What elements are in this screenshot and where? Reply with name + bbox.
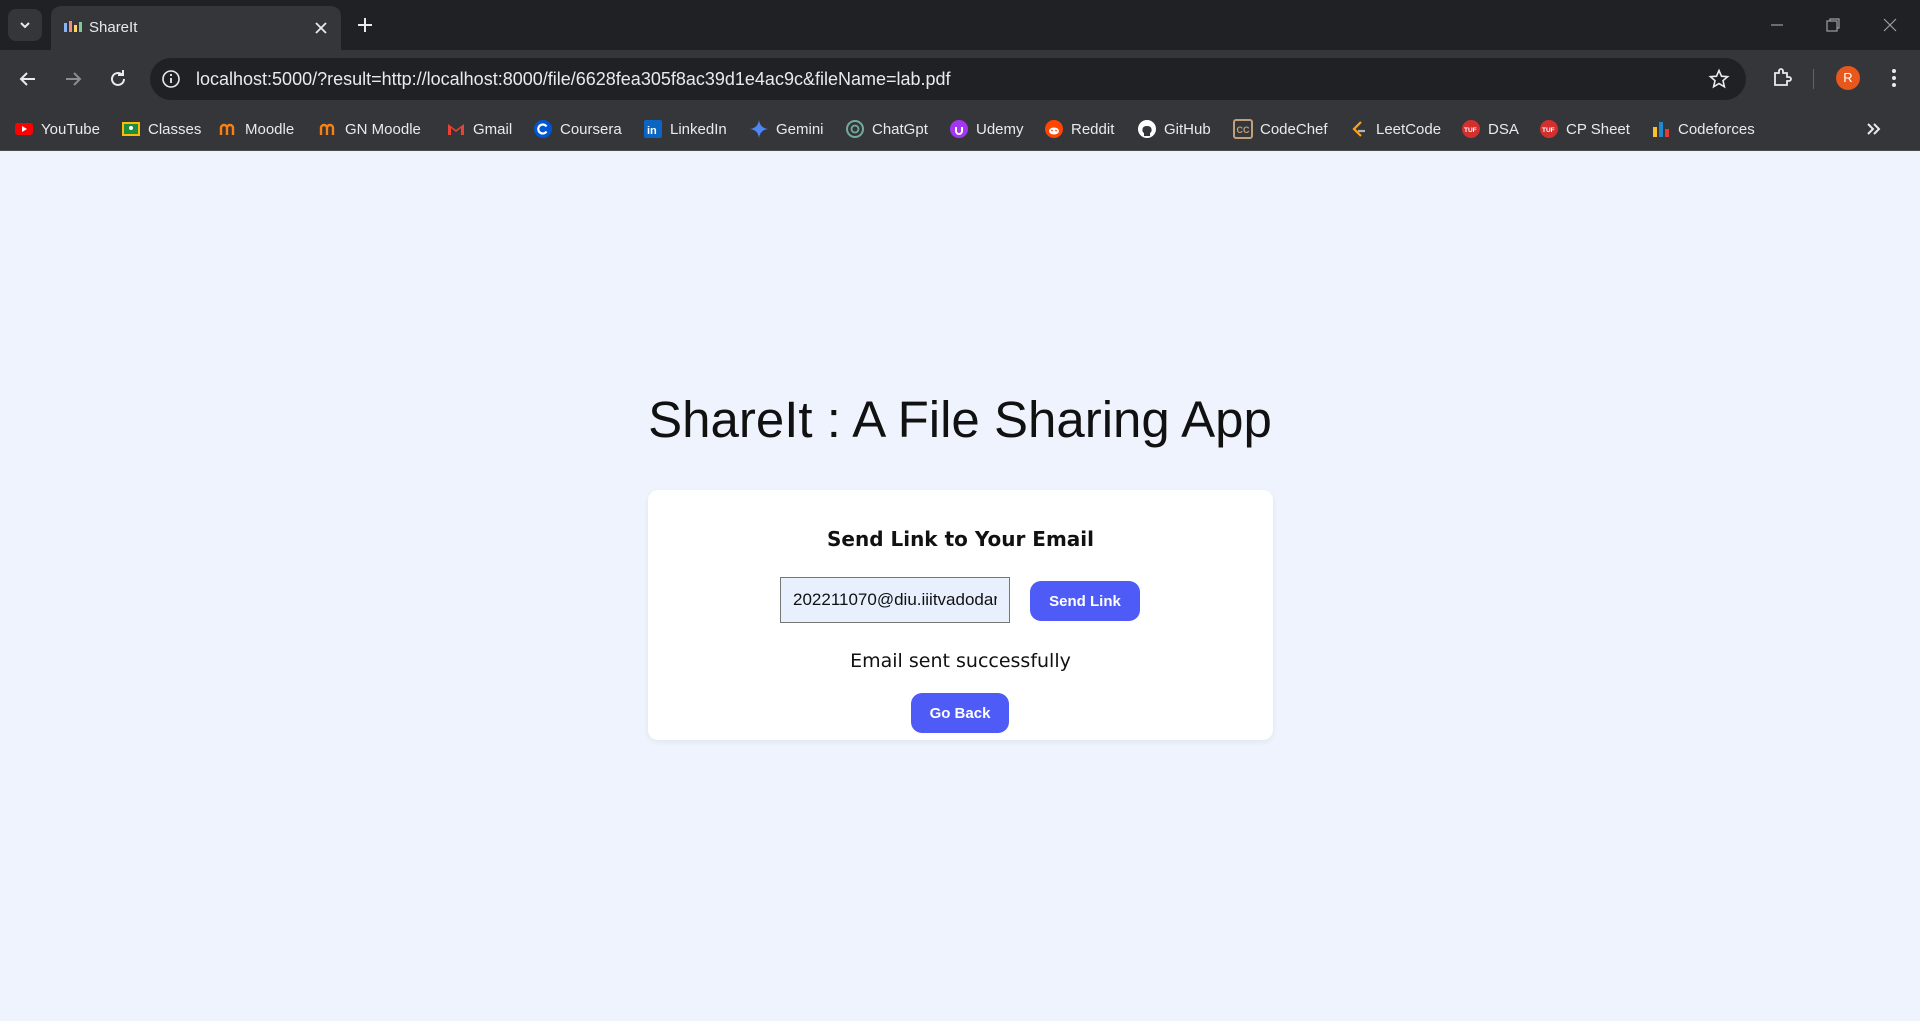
moodle-icon [319,123,335,135]
bookmark-cp-sheet[interactable]: TUF CP Sheet [1539,108,1630,150]
gemini-icon [750,120,768,138]
svg-text:in: in [647,125,657,137]
bookmark-dsa[interactable]: TUF DSA [1461,108,1519,150]
linkedin-icon: in [644,120,662,138]
minimize-icon[interactable] [1766,14,1788,36]
card-heading: Send Link to Your Email [826,527,1094,551]
forward-icon[interactable] [59,65,87,93]
bookmark-coursera[interactable]: Coursera [533,108,622,150]
svg-text:CC: CC [1237,125,1250,135]
restore-icon[interactable] [1822,14,1844,36]
tuf-icon: TUF [1462,120,1480,138]
email-card: Send Link to Your Email Send Link Email … [648,490,1273,740]
shareit-favicon-icon [64,21,82,32]
tab-search-button[interactable] [8,9,42,41]
tuf-icon: TUF [1540,120,1558,138]
bookmark-classes[interactable]: Classes [121,108,201,150]
codechef-icon: CC [1233,119,1253,139]
close-tab-icon[interactable] [311,18,331,38]
bookmark-linkedin[interactable]: in LinkedIn [643,108,727,150]
classroom-icon [122,122,140,136]
bookmark-udemy[interactable]: Udemy [949,108,1024,150]
page-title: ShareIt : A File Sharing App [648,391,1272,448]
chatgpt-icon [846,120,864,138]
reload-icon[interactable] [104,65,132,93]
svg-text:TUF: TUF [1464,127,1477,134]
url-text: localhost:5000/?result=http://localhost:… [196,69,951,89]
tab-strip: ShareIt [0,0,1920,50]
reddit-icon [1045,120,1063,138]
extensions-icon[interactable] [1770,65,1794,89]
coursera-icon [534,120,552,138]
bookmark-gn-moodle[interactable]: GN Moodle [318,108,421,150]
codeforces-icon [1653,122,1669,137]
toolbar-separator [1813,69,1814,89]
bookmark-leetcode[interactable]: LeetCode [1349,108,1441,150]
bookmark-star-icon[interactable] [1708,68,1730,90]
chevron-down-icon [20,22,30,29]
new-tab-icon[interactable] [354,14,376,36]
bookmark-moodle[interactable]: Moodle [218,108,294,150]
back-icon[interactable] [14,65,42,93]
address-bar[interactable]: localhost:5000/?result=http://localhost:… [150,58,1746,100]
bookmark-codechef[interactable]: CC CodeChef [1233,108,1328,150]
moodle-icon [219,123,235,135]
site-info-icon[interactable] [160,68,182,90]
bookmark-reddit[interactable]: Reddit [1044,108,1114,150]
status-message: Email sent successfully [850,650,1071,672]
tab-title: ShareIt [89,19,138,36]
send-link-button[interactable]: Send Link [1030,581,1140,621]
leetcode-icon [1352,121,1365,137]
udemy-icon [950,120,968,138]
more-menu-icon[interactable] [1884,66,1904,90]
more-bookmarks-icon[interactable] [1862,117,1886,141]
profile-avatar[interactable]: R [1836,66,1860,90]
browser-toolbar: localhost:5000/?result=http://localhost:… [0,50,1920,108]
bookmark-chatgpt[interactable]: ChatGpt [845,108,928,150]
email-input[interactable] [780,577,1010,623]
bookmark-youtube[interactable]: YouTube [14,108,100,150]
github-icon [1138,120,1156,138]
go-back-button[interactable]: Go Back [911,693,1009,733]
youtube-icon [15,123,33,135]
bookmarks-bar: YouTube Classes Moodle GN Moodle Gmail C… [0,108,1920,151]
active-tab[interactable]: ShareIt [51,6,341,50]
bookmark-codeforces[interactable]: Codeforces [1651,108,1755,150]
bookmark-github[interactable]: GitHub [1137,108,1211,150]
bookmark-gemini[interactable]: Gemini [749,108,824,150]
svg-text:TUF: TUF [1542,127,1555,134]
close-window-icon[interactable] [1879,14,1901,36]
bookmark-gmail[interactable]: Gmail [446,108,512,150]
gmail-icon [448,124,464,135]
